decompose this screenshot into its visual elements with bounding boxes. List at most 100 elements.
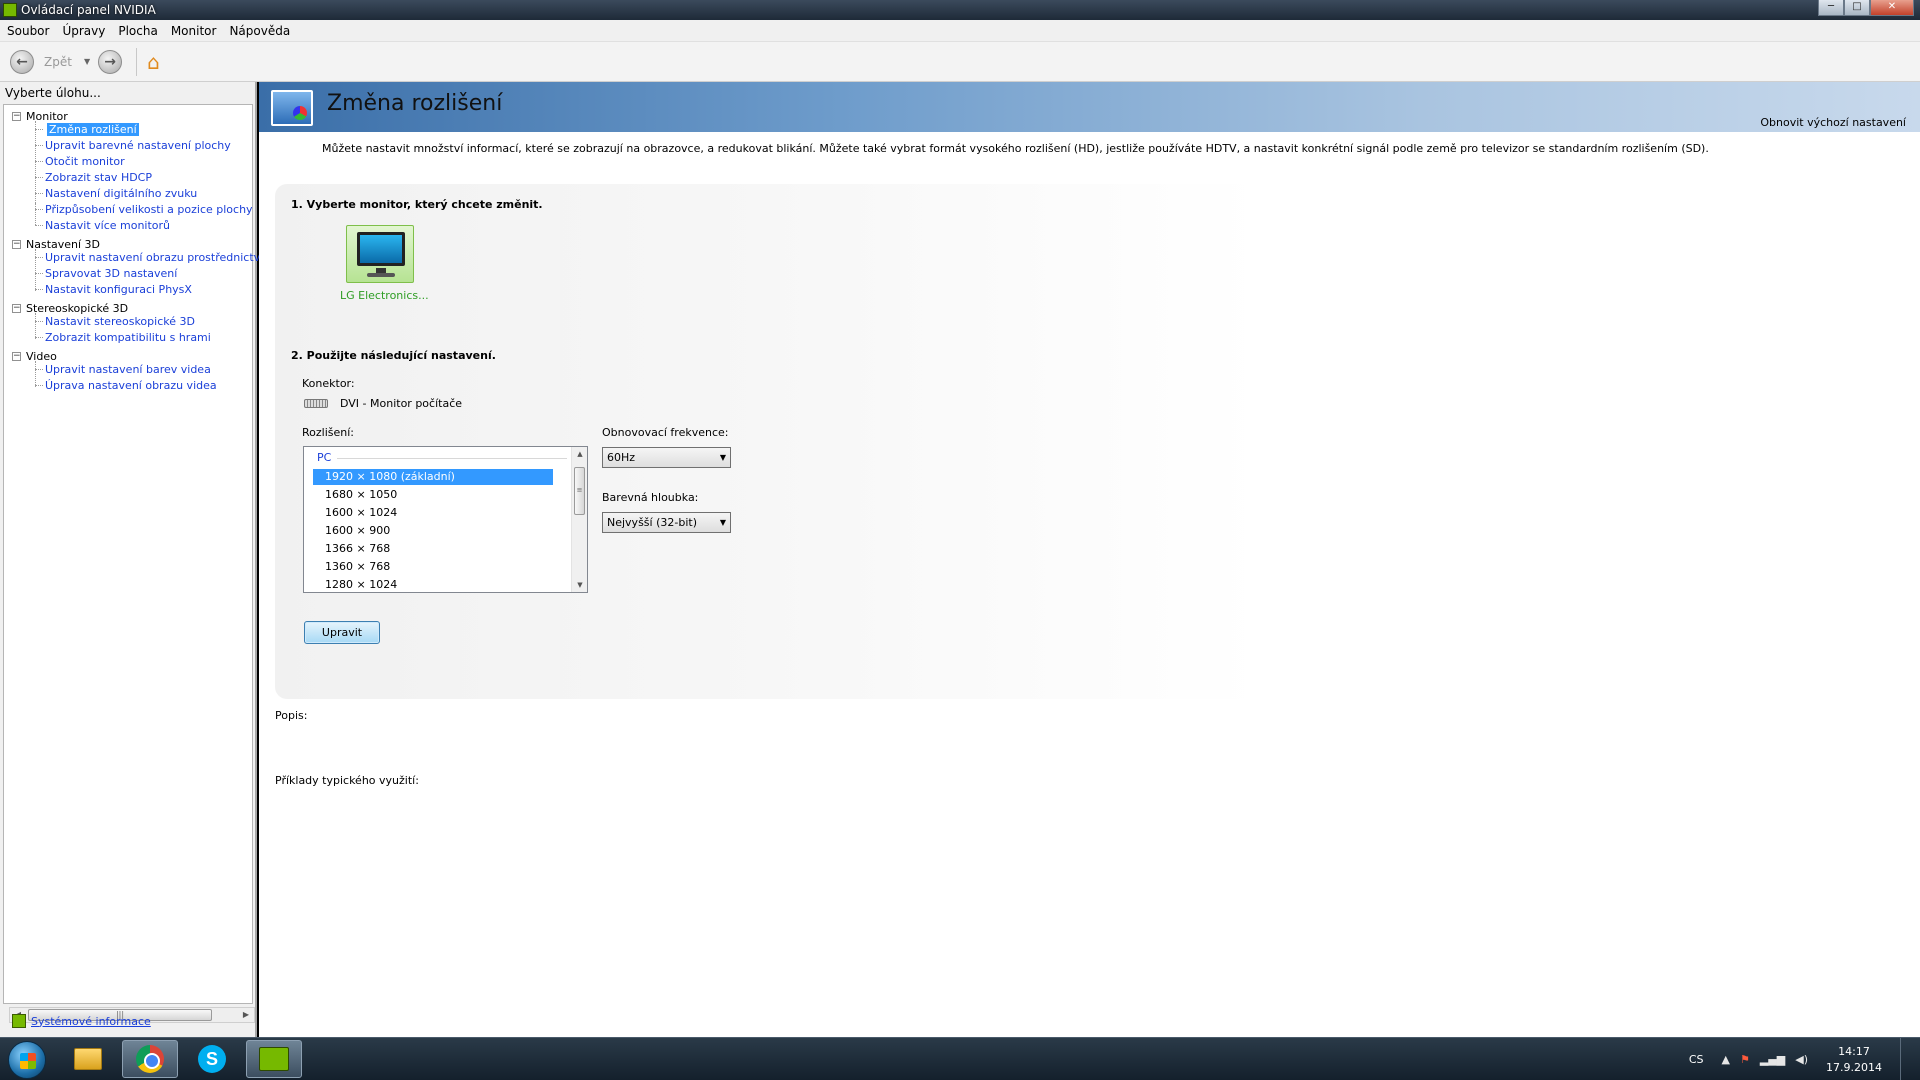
window-title: Ovládací panel NVIDIA — [21, 3, 156, 17]
tree-line — [35, 145, 43, 146]
tree-line — [35, 121, 36, 203]
tree-item-multiple-displays[interactable]: Nastavit více monitorů — [45, 219, 170, 232]
menu-file[interactable]: Soubor — [0, 24, 55, 38]
tree-item-stereoscopic-setup[interactable]: Nastavit stereoskopické 3D — [45, 315, 195, 328]
minimize-button[interactable]: ─ — [1818, 0, 1844, 16]
tree-line — [35, 361, 36, 387]
color-depth-label: Barevná hloubka: — [602, 491, 699, 504]
refresh-rate-dropdown[interactable]: 60Hz ▼ — [602, 447, 731, 468]
system-info-link[interactable]: Systémové informace — [31, 1015, 151, 1028]
show-hidden-icons-icon[interactable]: ▲ — [1722, 1053, 1730, 1066]
resolution-item[interactable]: 1600 × 900 — [313, 523, 553, 539]
back-label[interactable]: Zpět — [44, 55, 72, 69]
task-tree: − Monitor Změna rozlišení Upravit barevn… — [3, 104, 284, 1023]
arrow-right-icon: → — [104, 53, 116, 70]
scroll-thumb[interactable]: ≡ — [574, 467, 585, 515]
resolution-item[interactable]: 1600 × 1024 — [313, 505, 553, 521]
menu-edit[interactable]: Úpravy — [55, 24, 111, 38]
maximize-button[interactable]: □ — [1844, 0, 1870, 16]
page-title: Změna rozlišení — [327, 91, 503, 116]
resolution-item[interactable]: 1680 × 1050 — [313, 487, 553, 503]
chevron-down-icon[interactable]: ▼ — [84, 57, 90, 66]
tree-item-image-settings-preview[interactable]: Upravit nastavení obrazu prostřednictvím… — [45, 251, 284, 264]
tree-line — [35, 385, 43, 386]
taskbar-skype[interactable]: S — [184, 1040, 240, 1078]
title-bar: Ovládací panel NVIDIA ─ □ ✕ — [0, 0, 1920, 20]
close-button[interactable]: ✕ — [1870, 0, 1914, 16]
back-button[interactable]: ← — [10, 49, 34, 74]
tree-item-digital-audio[interactable]: Nastavení digitálního zvuku — [45, 187, 197, 200]
collapse-icon[interactable]: − — [12, 112, 21, 121]
resolution-item[interactable]: 1280 × 1024 — [313, 577, 553, 592]
tree-item-rotate-display[interactable]: Otočit monitor — [45, 155, 125, 168]
description-label: Popis: — [275, 709, 308, 722]
tree-line — [35, 177, 43, 178]
refresh-rate-value: 60Hz — [607, 451, 636, 464]
menu-bar: Soubor Úpravy Plocha Monitor Nápověda — [0, 20, 1920, 42]
tree-line — [35, 249, 36, 291]
collapse-icon[interactable]: − — [12, 352, 21, 361]
taskbar-chrome[interactable] — [122, 1040, 178, 1078]
action-center-icon[interactable]: ⚑ — [1740, 1053, 1750, 1066]
collapse-icon[interactable]: − — [12, 304, 21, 313]
monitor-name[interactable]: LG Electronics... — [340, 289, 429, 302]
tree-line — [35, 209, 43, 210]
typical-usage-label: Příklady typického využití: — [275, 774, 419, 787]
resolution-group-pc: PC — [317, 451, 332, 464]
tree-item-video-color[interactable]: Upravit nastavení barev videa — [45, 363, 211, 376]
group-divider — [337, 458, 567, 459]
tree-line — [35, 369, 43, 370]
resolution-list[interactable]: PC 1920 × 1080 (základní) 1680 × 1050 16… — [303, 446, 588, 593]
tree-category-monitor[interactable]: − Monitor — [12, 110, 68, 123]
taskbar-nvidia[interactable] — [246, 1040, 302, 1078]
start-button[interactable] — [8, 1041, 46, 1079]
collapse-icon[interactable]: − — [12, 240, 21, 249]
resolution-scrollbar[interactable]: ▲ ≡ ▼ — [571, 447, 587, 592]
taskbar-explorer[interactable] — [60, 1040, 116, 1078]
menu-monitor[interactable]: Monitor — [164, 24, 223, 38]
resolution-item[interactable]: 1366 × 768 — [313, 541, 553, 557]
language-indicator[interactable]: CS — [1689, 1053, 1704, 1066]
tree-item-manage-3d[interactable]: Spravovat 3D nastavení — [45, 267, 177, 280]
tree-item-desktop-color[interactable]: Upravit barevné nastavení plochy — [45, 139, 231, 152]
apply-button[interactable]: Upravit — [304, 621, 380, 644]
tree-line — [35, 257, 43, 258]
scroll-down-icon[interactable]: ▼ — [572, 578, 587, 592]
chevron-down-icon: ▼ — [719, 518, 726, 527]
menu-help[interactable]: Nápověda — [222, 24, 296, 38]
monitor-tile[interactable] — [346, 225, 414, 283]
taskbar: S CS ▲ ⚑ ▂▄▆ ◀) 14:17 17.9.2014 — [0, 1037, 1920, 1080]
tree-category-3d-settings[interactable]: − Nastavení 3D — [12, 238, 100, 251]
tree-category-label: Stereoskopické 3D — [26, 302, 129, 315]
tree-item-desktop-size[interactable]: Přizpůsobení velikosti a pozice plochy — [45, 203, 253, 216]
folder-icon — [74, 1048, 102, 1070]
tree-item-change-resolution[interactable]: Změna rozlišení — [47, 123, 139, 136]
chrome-icon — [136, 1045, 164, 1073]
clock-date: 17.9.2014 — [1826, 1060, 1882, 1074]
network-icon[interactable]: ▂▄▆ — [1760, 1053, 1785, 1066]
tree-item-game-compatibility[interactable]: Zobrazit kompatibilitu s hrami — [45, 331, 211, 344]
volume-icon[interactable]: ◀) — [1795, 1053, 1808, 1066]
tree-item-physx[interactable]: Nastavit konfiguraci PhysX — [45, 283, 192, 296]
scroll-right-icon[interactable]: ▶ — [238, 1008, 254, 1022]
tree-item-video-image[interactable]: Úprava nastavení obrazu videa — [45, 379, 217, 392]
clock[interactable]: 14:17 17.9.2014 — [1826, 1044, 1882, 1076]
forward-button[interactable]: → — [98, 49, 123, 74]
resolution-item[interactable]: 1360 × 768 — [313, 559, 553, 575]
resolution-item[interactable]: 1920 × 1080 (základní) — [313, 469, 553, 485]
menu-desktop[interactable]: Plocha — [111, 24, 163, 38]
home-icon[interactable]: ⌂ — [147, 50, 160, 74]
nvidia-icon — [259, 1047, 289, 1071]
show-desktop-button[interactable] — [1900, 1038, 1910, 1080]
task-sidebar: Vyberte úlohu... − Monitor Změna rozliše… — [0, 82, 284, 1037]
page-banner: Změna rozlišení Obnovit výchozí nastaven… — [259, 82, 1920, 132]
monitor-icon — [357, 232, 405, 266]
tree-line — [35, 225, 43, 226]
tree-category-stereoscopic[interactable]: − Stereoskopické 3D — [12, 302, 128, 315]
restore-defaults-link[interactable]: Obnovit výchozí nastavení — [1760, 116, 1906, 129]
dvi-connector-icon — [304, 399, 328, 408]
scroll-up-icon[interactable]: ▲ — [572, 447, 587, 461]
clock-time: 14:17 — [1838, 1044, 1870, 1058]
color-depth-dropdown[interactable]: Nejvyšší (32-bit) ▼ — [602, 512, 731, 533]
tree-item-hdcp-status[interactable]: Zobrazit stav HDCP — [45, 171, 152, 184]
